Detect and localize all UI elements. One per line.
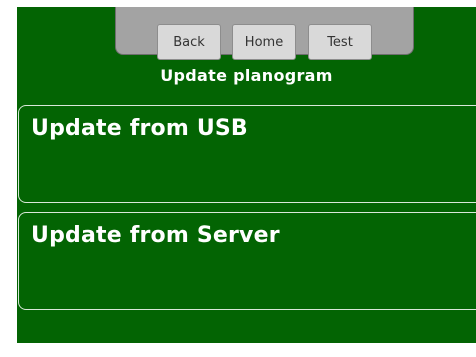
update-from-server-button[interactable]: Update from Server	[18, 212, 476, 310]
update-from-server-label: Update from Server	[31, 223, 280, 248]
back-button[interactable]: Back	[157, 24, 221, 60]
update-from-usb-button[interactable]: Update from USB	[18, 105, 476, 203]
home-button[interactable]: Home	[232, 24, 296, 60]
test-button[interactable]: Test	[308, 24, 372, 60]
update-from-usb-label: Update from USB	[31, 116, 248, 141]
screen: Back Home Test Update planogram Update f…	[17, 7, 476, 343]
page-title: Update planogram	[160, 66, 333, 85]
